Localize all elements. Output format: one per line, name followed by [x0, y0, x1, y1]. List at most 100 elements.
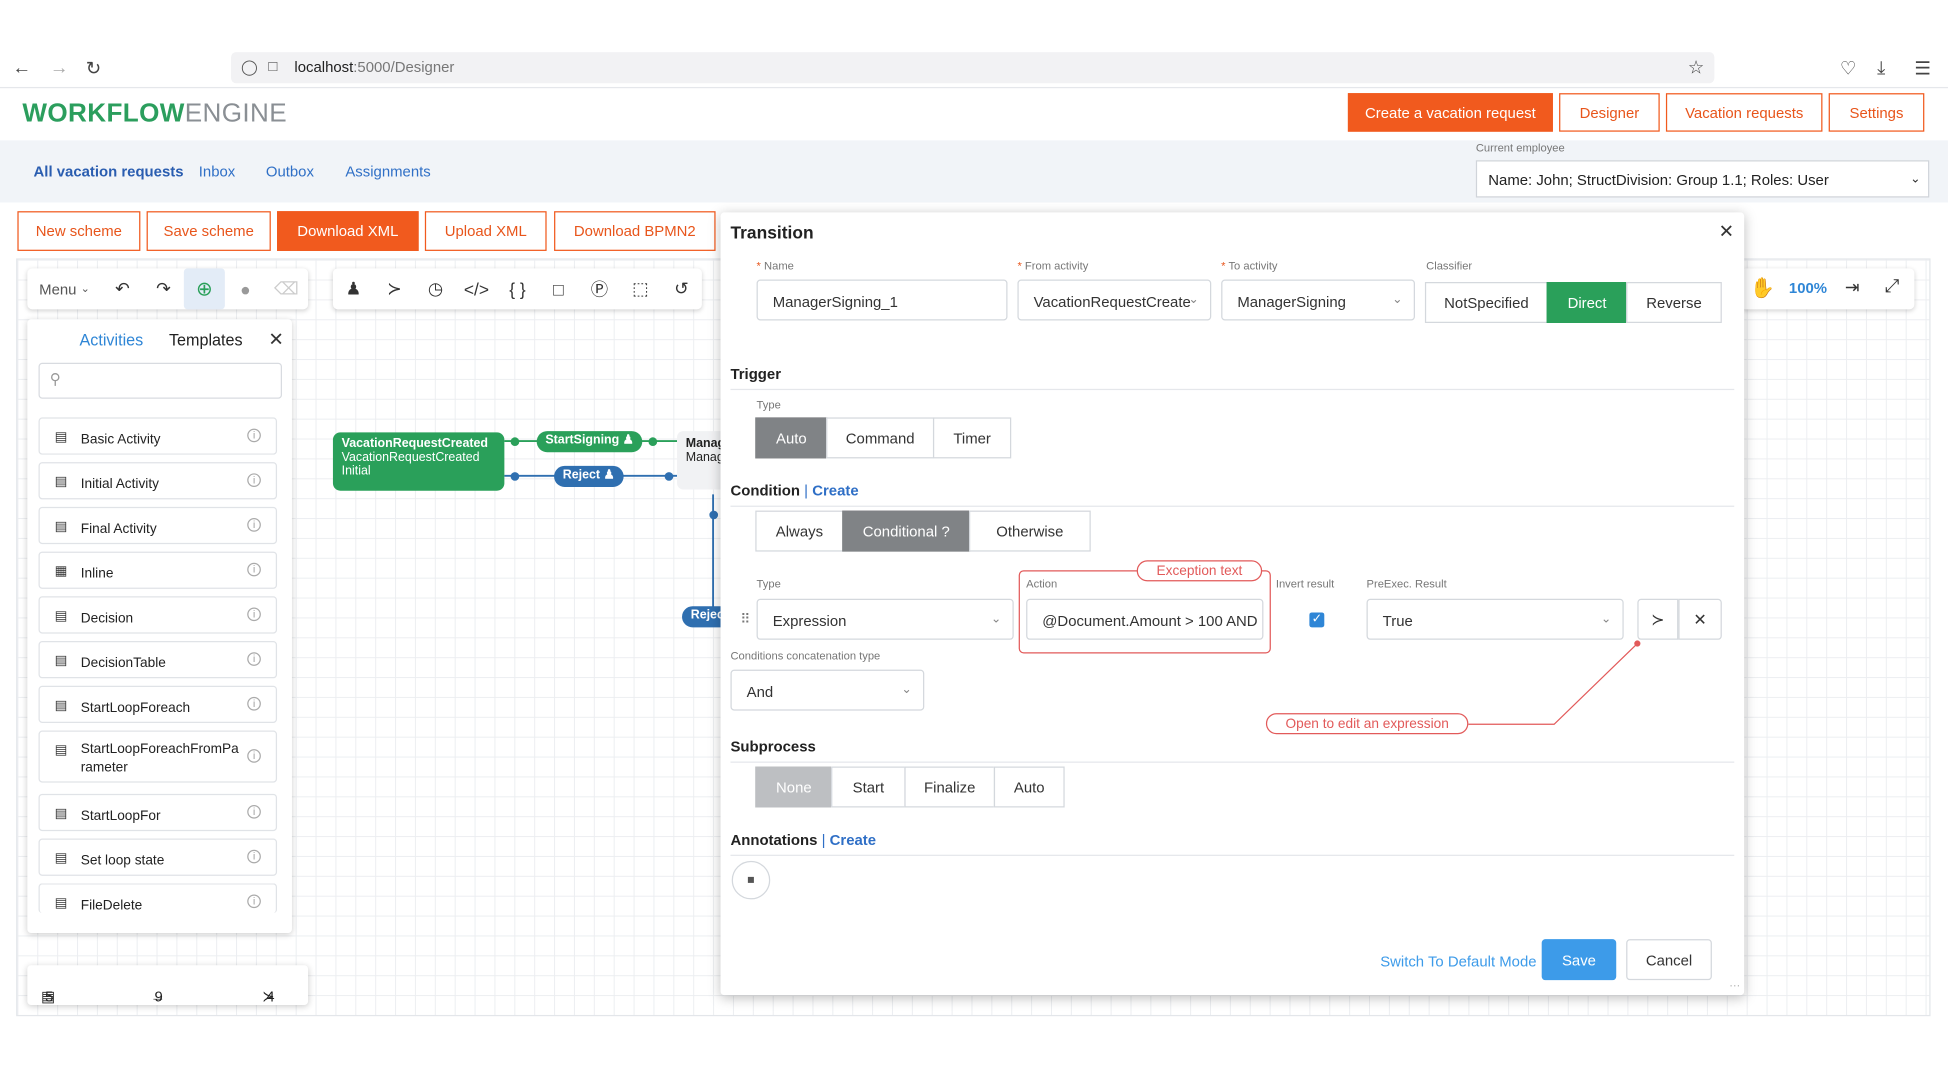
save-button[interactable]: Save	[1541, 939, 1617, 981]
command-icon[interactable]: ≻	[374, 268, 415, 309]
info-icon[interactable]: i	[247, 518, 261, 532]
localization-icon[interactable]: Ⓟ	[579, 268, 620, 309]
selection-icon[interactable]: ⬚	[620, 268, 661, 309]
action-input[interactable]: @Document.Amount > 100 AND	[1026, 598, 1264, 640]
subprocess-finalize[interactable]: Finalize	[904, 766, 996, 808]
info-icon[interactable]: i	[247, 473, 261, 487]
invert-result-checkbox[interactable]: ✓	[1309, 612, 1325, 628]
tab-activities[interactable]: Activities	[80, 330, 144, 349]
annotations-create-link[interactable]: Create	[830, 831, 876, 848]
connector-dot	[664, 472, 674, 481]
undo-icon[interactable]: ↶	[102, 268, 143, 309]
resize-handle-icon[interactable]: ⋯	[1729, 979, 1740, 993]
zoom-toolbar: ✋ 100% ⇥ ⤢	[1740, 268, 1915, 310]
list-item[interactable]: ▤ Basic Activity i	[38, 417, 278, 455]
name-input[interactable]: ManagerSigning_1	[756, 279, 1008, 321]
list-item[interactable]: ▦ Inline i	[38, 551, 278, 589]
info-icon[interactable]: i	[247, 696, 261, 711]
chevron-down-icon: ⌄	[80, 282, 91, 295]
open-expression-note: Open to edit an expression	[1265, 713, 1469, 735]
subprocess-start[interactable]: Start	[831, 766, 906, 808]
trigger-type-label: Type	[756, 398, 781, 412]
list-item[interactable]: ▤ StartLoopFor i	[38, 793, 278, 832]
classifier-direct[interactable]: Direct	[1546, 282, 1628, 323]
condition-always[interactable]: Always	[755, 510, 844, 552]
activities-search-input[interactable]: ⚲	[38, 362, 283, 399]
list-item[interactable]: ▤ StartLoopForeachFromPa rameter i	[38, 730, 278, 783]
transition-start-signing[interactable]: StartSigning ♟	[536, 431, 643, 453]
subprocess-none[interactable]: None	[755, 766, 833, 808]
activity-node-vacation-request-created[interactable]: VacationRequestCreated VacationRequestCr…	[332, 432, 505, 491]
subprocess-auto[interactable]: Auto	[993, 766, 1065, 808]
name-label-text: Name	[764, 259, 794, 273]
list-item[interactable]: ▤ Set loop state i	[38, 838, 278, 876]
node-title: Manag	[685, 437, 726, 451]
activity-node-manager-signing[interactable]: Manag Manag	[677, 431, 727, 490]
concatenation-type-select[interactable]: And ⌄	[730, 669, 925, 711]
trigger-timer[interactable]: Timer	[932, 417, 1012, 459]
condition-conditional[interactable]: Conditional ?	[842, 510, 971, 552]
info-icon[interactable]: i	[247, 805, 261, 819]
condition-type-value: Expression	[772, 612, 847, 630]
toggle-icon[interactable]: ●	[225, 268, 266, 309]
fullscreen-icon[interactable]: ⤢	[1885, 276, 1900, 297]
info-icon[interactable]: i	[247, 652, 261, 666]
condition-create-link[interactable]: Create	[812, 482, 858, 499]
annotation-comment-button[interactable]: ■	[731, 860, 771, 900]
add-element-icon[interactable]: ⊕	[183, 268, 225, 310]
user-icon: ♟	[603, 468, 615, 483]
list-item[interactable]: ▤ DecisionTable i	[38, 641, 278, 679]
transition-reject[interactable]: Reject ♟	[554, 465, 624, 487]
timer-icon[interactable]: ◷	[415, 268, 456, 309]
list-item[interactable]: ▤ Decision i	[38, 596, 278, 634]
drag-handle-icon[interactable]: ⠿	[740, 611, 750, 627]
info-icon[interactable]: i	[247, 894, 261, 909]
code-icon[interactable]: </>	[456, 268, 497, 309]
info-icon[interactable]: i	[247, 849, 261, 864]
cancel-button[interactable]: Cancel	[1626, 939, 1712, 981]
info-icon[interactable]: i	[247, 562, 261, 577]
menu-dropdown[interactable]: Menu ⌄	[27, 268, 102, 309]
list-item[interactable]: ▤ Initial Activity i	[38, 462, 278, 500]
hand-icon[interactable]: ✋	[1750, 276, 1775, 301]
list-item[interactable]: ▤ FileDelete i	[38, 883, 278, 914]
redo-icon[interactable]: ↷	[143, 268, 184, 309]
parameters-icon[interactable]: { }	[497, 268, 538, 309]
preexec-result-select[interactable]: True ⌄	[1366, 598, 1624, 640]
dialog-title: Transition	[730, 222, 814, 243]
remove-condition-button[interactable]: ✕	[1678, 598, 1722, 640]
info-icon[interactable]: i	[247, 428, 261, 443]
list-item[interactable]: ▤ StartLoopForeach i	[38, 685, 278, 724]
condition-type-select[interactable]: Expression ⌄	[756, 598, 1014, 640]
transitions-count-value: 9	[154, 987, 163, 1006]
delete-icon[interactable]: ⌫	[266, 268, 307, 309]
trigger-command[interactable]: Command	[826, 417, 935, 459]
item-label: Final Activity	[80, 521, 157, 537]
tab-templates[interactable]: Templates	[169, 330, 243, 349]
to-activity-select[interactable]: ManagerSigning ⌄	[1221, 279, 1415, 321]
actor-icon[interactable]: ♟	[333, 268, 374, 309]
comment-icon[interactable]: □	[538, 268, 579, 309]
close-icon[interactable]: ✕	[268, 328, 284, 350]
classifier-not-specified[interactable]: NotSpecified	[1424, 282, 1548, 323]
fit-width-icon[interactable]: ⇥	[1845, 277, 1860, 298]
from-activity-select[interactable]: VacationRequestCreate ⌄	[1017, 279, 1212, 321]
list-item[interactable]: ▤ Final Activity i	[38, 506, 278, 545]
condition-type-group: Always Conditional ? Otherwise	[755, 510, 1091, 552]
history-icon[interactable]: ↺	[661, 268, 702, 309]
zoom-level[interactable]: 100%	[1789, 280, 1827, 297]
loop-state-icon: ▤	[54, 850, 68, 866]
switch-default-mode-link[interactable]: Switch To Default Mode	[1380, 953, 1536, 970]
classifier-reverse[interactable]: Reverse	[1626, 282, 1722, 323]
info-icon[interactable]: i	[247, 607, 261, 622]
info-icon[interactable]: i	[247, 749, 261, 763]
close-icon[interactable]: ✕	[1719, 220, 1735, 242]
open-expression-button[interactable]: ≻	[1637, 598, 1679, 640]
invert-result-label: Invert result	[1275, 577, 1335, 591]
condition-otherwise[interactable]: Otherwise	[968, 510, 1091, 552]
chevron-down-icon: ⌄	[990, 612, 1002, 627]
loop-icon: ▤	[54, 806, 68, 822]
annotations-title-text: Annotations	[730, 831, 818, 849]
condition-title-text: Condition	[730, 482, 801, 500]
trigger-auto[interactable]: Auto	[755, 417, 828, 459]
